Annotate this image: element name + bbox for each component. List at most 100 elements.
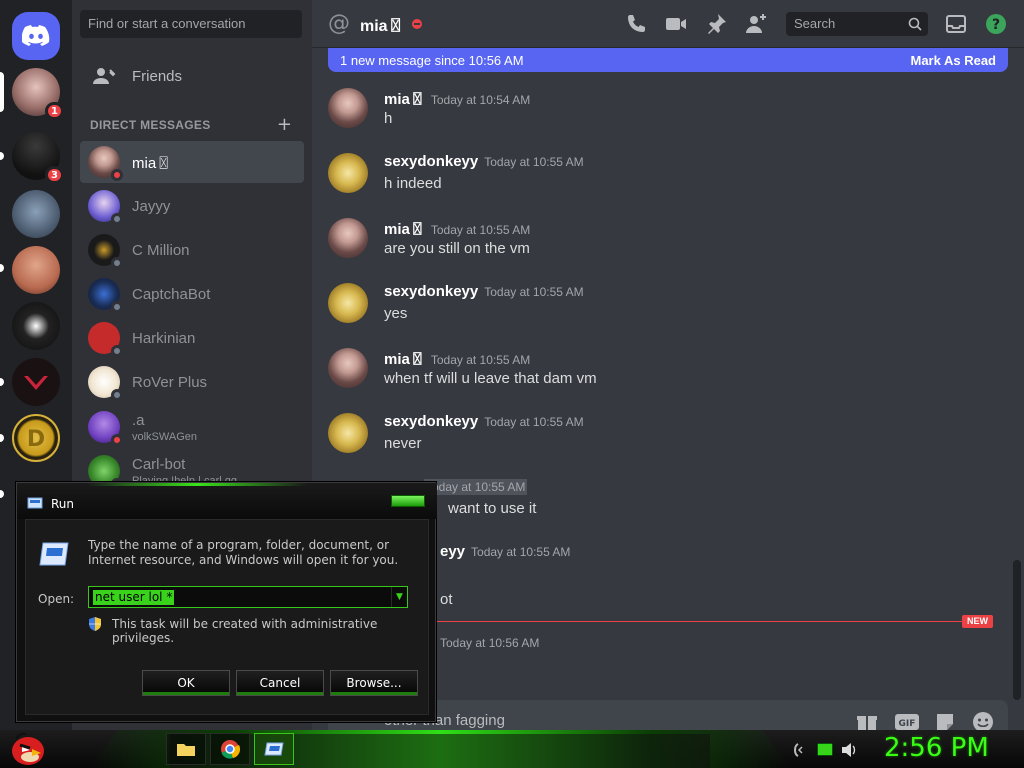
server-icon-monopoly[interactable] bbox=[12, 302, 60, 350]
direct-messages-header: DIRECT MESSAGES bbox=[90, 118, 211, 132]
server-icon-dark[interactable]: 3 bbox=[12, 132, 64, 184]
folder-icon bbox=[177, 744, 195, 756]
ok-button[interactable]: OK bbox=[142, 670, 230, 696]
svg-text:D: D bbox=[27, 427, 45, 452]
taskbar-chrome[interactable] bbox=[210, 733, 250, 765]
inbox-icon[interactable] bbox=[944, 12, 968, 36]
avatar[interactable] bbox=[328, 348, 368, 388]
dm-name: Harkinian bbox=[132, 329, 196, 347]
message-text: yes bbox=[384, 305, 408, 322]
cancel-button[interactable]: Cancel bbox=[236, 670, 324, 696]
dm-item-harkinian[interactable]: Harkinian bbox=[80, 317, 304, 359]
call-icon[interactable] bbox=[624, 12, 648, 36]
browse-button[interactable]: Browse... bbox=[330, 670, 418, 696]
admin-note: This task will be created with administr… bbox=[112, 617, 378, 645]
message-timestamp: Today at 10:54 AM bbox=[430, 93, 531, 107]
mention-badge: 3 bbox=[45, 166, 64, 184]
dm-item-rover-plus[interactable]: RoVer Plus bbox=[80, 361, 304, 403]
avatar[interactable] bbox=[328, 413, 368, 453]
server-icon-valorant[interactable] bbox=[12, 358, 60, 406]
run-title: Run bbox=[51, 497, 75, 511]
new-messages-divider bbox=[432, 621, 992, 622]
message-author[interactable]: sexydonkeyy bbox=[384, 413, 478, 430]
run-description: Type the name of a program, folder, docu… bbox=[88, 538, 399, 567]
message-author[interactable]: mia〿 bbox=[384, 351, 425, 368]
help-icon[interactable]: ? bbox=[984, 12, 1008, 36]
server-indicator bbox=[0, 434, 4, 442]
mark-as-read-button[interactable]: Mark As Read bbox=[911, 53, 997, 68]
message-author[interactable]: eyy bbox=[440, 543, 465, 560]
run-dialog: Run Type the name of a program, folder, … bbox=[16, 482, 437, 722]
message: sexydonkeyy Today at 10:55 AM never bbox=[328, 413, 1008, 473]
open-input[interactable]: net user lol * ▼ bbox=[88, 586, 408, 608]
message-author[interactable]: sexydonkeyy bbox=[384, 153, 478, 170]
run-title-bar[interactable]: Run bbox=[17, 483, 437, 519]
message: mia〿 Today at 10:55 AM are you still on t… bbox=[328, 218, 1008, 278]
avatar bbox=[88, 322, 123, 357]
video-icon[interactable] bbox=[664, 12, 688, 36]
at-icon: @ bbox=[328, 11, 350, 36]
server-icon-creature[interactable] bbox=[12, 190, 60, 238]
avatar[interactable] bbox=[328, 153, 368, 193]
message-text: ot bbox=[440, 591, 453, 608]
dogecoin-icon: D bbox=[27, 427, 45, 452]
server-indicator bbox=[0, 490, 4, 498]
scrollbar[interactable] bbox=[1013, 560, 1021, 700]
avatar[interactable] bbox=[328, 218, 368, 258]
message-text: when tf will u leave that dam vm bbox=[384, 370, 597, 387]
dm-item-c-million[interactable]: C Million bbox=[80, 229, 304, 271]
system-tray[interactable] bbox=[790, 740, 870, 760]
message-author[interactable]: mia〿 bbox=[384, 91, 425, 108]
server-icon-mia[interactable]: 1 bbox=[12, 68, 64, 120]
taskbar-clock[interactable]: 2:56 PM bbox=[884, 733, 989, 763]
chevron-down-icon[interactable]: ▼ bbox=[391, 587, 407, 607]
run-program-icon bbox=[264, 742, 284, 756]
dm-name: CaptchaBot bbox=[132, 285, 211, 303]
svg-text:GIF: GIF bbox=[899, 719, 916, 729]
svg-text:?: ? bbox=[992, 17, 1000, 33]
status-dnd-icon bbox=[111, 169, 123, 181]
taskbar-explorer[interactable] bbox=[166, 733, 206, 765]
pin-icon[interactable] bbox=[704, 12, 728, 36]
server-indicator bbox=[0, 152, 4, 160]
create-dm-button[interactable]: + bbox=[277, 114, 292, 135]
message-author[interactable]: sexydonkeyy bbox=[384, 283, 478, 300]
message-text: h indeed bbox=[384, 175, 442, 192]
server-icon-face[interactable] bbox=[12, 246, 60, 294]
dm-item-jayyy[interactable]: Jayyy bbox=[80, 185, 304, 227]
dm-item-mia[interactable]: mia〿 bbox=[80, 141, 304, 183]
chrome-icon bbox=[221, 740, 240, 759]
status-dnd-icon bbox=[111, 434, 123, 446]
discord-logo-icon bbox=[22, 25, 50, 46]
new-messages-bar[interactable]: 1 new message since 10:56 AM Mark As Rea… bbox=[328, 48, 1008, 72]
dm-item-captchabot[interactable]: CaptchaBot bbox=[80, 273, 304, 315]
add-member-icon[interactable] bbox=[744, 12, 768, 36]
avatar bbox=[88, 366, 123, 401]
message-text: never bbox=[384, 435, 422, 452]
server-indicator bbox=[0, 378, 4, 386]
desktop: 1 3 D Find or start a conversation Frien… bbox=[0, 0, 1024, 768]
status-offline-icon bbox=[111, 389, 123, 401]
avatar bbox=[88, 190, 123, 225]
status-offline-icon bbox=[111, 345, 123, 357]
close-button[interactable] bbox=[391, 495, 425, 507]
message-timestamp: Today at 10:55 AM bbox=[484, 415, 584, 429]
avatar bbox=[88, 234, 123, 269]
server-icon-d[interactable]: D bbox=[12, 414, 60, 462]
header-search-input[interactable]: Search bbox=[786, 12, 928, 36]
start-button-angry-bird-icon[interactable] bbox=[6, 729, 46, 767]
new-divider-tag: NEW bbox=[962, 615, 993, 628]
message-author[interactable]: mia〿 bbox=[384, 221, 425, 238]
taskbar-run[interactable] bbox=[254, 733, 294, 765]
avatar[interactable] bbox=[328, 88, 368, 128]
status-offline-icon bbox=[111, 257, 123, 269]
dm-search-input[interactable]: Find or start a conversation bbox=[80, 10, 302, 38]
friends-label: Friends bbox=[132, 67, 183, 85]
message: sexydonkeyy Today at 10:55 AM yes bbox=[328, 283, 1008, 343]
friends-nav-item[interactable]: Friends bbox=[80, 54, 304, 98]
message: mia〿 Today at 10:55 AM when tf will u lea… bbox=[328, 348, 1008, 408]
dm-item-a[interactable]: .a volkSWAGen bbox=[80, 405, 304, 449]
discord-home-button[interactable] bbox=[12, 12, 60, 60]
avatar bbox=[88, 146, 123, 181]
avatar[interactable] bbox=[328, 283, 368, 323]
